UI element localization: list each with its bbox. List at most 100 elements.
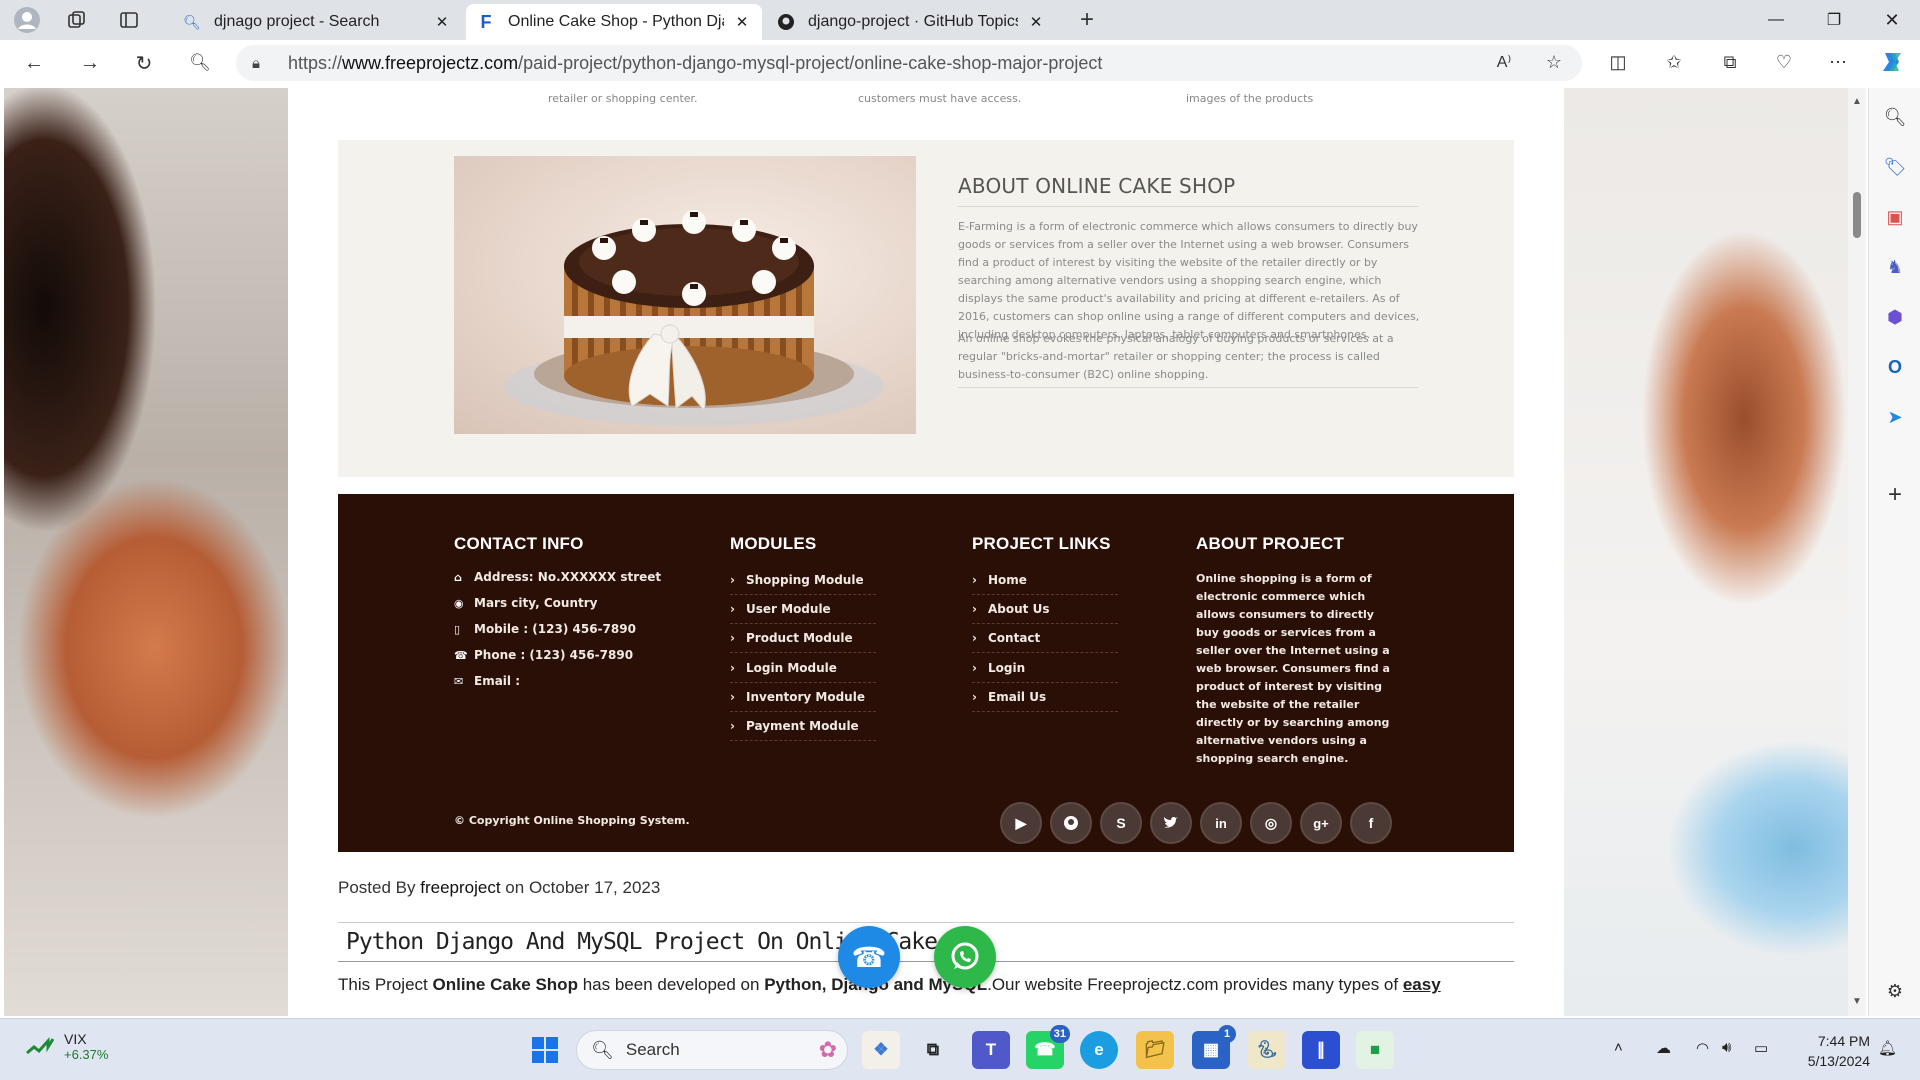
outlook-icon[interactable]: O	[1880, 352, 1910, 382]
module-link[interactable]: › Login Module	[730, 654, 876, 683]
games-icon[interactable]: ♞	[1880, 252, 1910, 282]
chevron-right-icon: ›	[972, 631, 977, 645]
contact-phone: ☎ Phone : (123) 456-7890	[454, 648, 633, 662]
new-tab-icon[interactable]: +	[1072, 6, 1102, 34]
post-body: This Project Online Cake Shop has been d…	[338, 972, 1514, 998]
taskbar-search[interactable]: 🔍︎ Search ✿	[576, 1030, 848, 1070]
dribbble-icon[interactable]: ◎	[1250, 802, 1292, 844]
project-link-contact[interactable]: › Contact	[972, 624, 1118, 653]
module-link[interactable]: › Payment Module	[730, 712, 876, 741]
microsoft-365-icon[interactable]: ⬢	[1880, 302, 1910, 332]
browser-essentials-icon[interactable]: ♡	[1768, 46, 1800, 78]
tools-icon[interactable]: ▣	[1880, 202, 1910, 232]
skype-icon[interactable]: S	[1100, 802, 1142, 844]
module-link[interactable]: › Inventory Module	[730, 683, 876, 712]
page-scrollbar[interactable]: ▲ ▼	[1848, 88, 1866, 1016]
restore-button[interactable]: ❐	[1806, 0, 1862, 40]
url-path: /paid-project/python-django-mysql-projec…	[518, 52, 1103, 73]
tab-actions-icon[interactable]	[114, 6, 144, 34]
chevron-up-icon[interactable]: ˄	[1614, 1039, 1623, 1056]
ticker-name: VIX	[64, 1031, 87, 1047]
home-icon: ⌂	[454, 570, 462, 584]
meet-icon[interactable]: ■	[1356, 1031, 1394, 1069]
about-section: ABOUT ONLINE CAKE SHOP E-Farming is a fo…	[338, 140, 1514, 477]
background-photo-left	[4, 88, 292, 1016]
edge-icon[interactable]: e	[1080, 1031, 1118, 1069]
scroll-thumb[interactable]	[1853, 192, 1861, 238]
shopping-tag-icon[interactable]: 🏷︎	[1880, 152, 1910, 182]
onedrive-icon[interactable]: ☁	[1656, 1039, 1671, 1057]
python-icon[interactable]: 🐍︎	[1248, 1031, 1286, 1069]
project-link-home[interactable]: › Home	[972, 566, 1118, 595]
project-link-about[interactable]: › About Us	[972, 595, 1118, 624]
module-link[interactable]: › User Module	[730, 595, 876, 624]
close-window-button[interactable]: ✕	[1864, 0, 1920, 40]
forward-button[interactable]: →	[74, 48, 106, 78]
project-link-login[interactable]: › Login	[972, 654, 1118, 683]
battery-icon[interactable]: ▭	[1754, 1039, 1768, 1057]
scroll-down-arrow[interactable]: ▼	[1851, 996, 1863, 1008]
whatsapp-icon[interactable]: ☎ 31	[1026, 1025, 1070, 1069]
module-link[interactable]: › Product Module	[730, 624, 876, 653]
contact-address: ⌂ Address: No.XXXXXX street	[454, 570, 661, 584]
volume-icon[interactable]: 🔊︎	[1722, 1039, 1731, 1056]
more-menu-icon[interactable]: ⋯	[1822, 46, 1854, 78]
url-domain: www.freeprojectz.com	[342, 52, 519, 73]
split-screen-icon[interactable]: ◫	[1602, 46, 1634, 78]
copyright-text: © Copyright Online Shopping System.	[454, 814, 690, 827]
close-icon[interactable]: ✕	[732, 13, 752, 31]
post-text: has been developed on	[577, 975, 765, 994]
minimize-button[interactable]: —	[1748, 0, 1804, 40]
url-field[interactable]: 🔒︎ https://www.freeprojectz.com/paid-pro…	[236, 45, 1582, 81]
notification-bell-icon[interactable]: 🔔︎	[1878, 1039, 1897, 1057]
facebook-icon[interactable]: f	[1350, 802, 1392, 844]
author-link[interactable]: freeproject	[420, 878, 500, 897]
send-icon[interactable]: ➤	[1880, 402, 1910, 432]
google-plus-icon[interactable]: g+	[1300, 802, 1342, 844]
favorites-icon[interactable]: ✩	[1658, 46, 1690, 78]
whatsapp-button[interactable]	[934, 926, 996, 988]
scroll-up-arrow[interactable]: ▲	[1851, 96, 1863, 108]
globe-icon: ◉	[454, 596, 464, 610]
search-icon[interactable]: 🔍︎	[1880, 102, 1910, 132]
back-button[interactable]: ←	[18, 48, 50, 78]
easy-link[interactable]: easy	[1403, 975, 1441, 994]
favorite-star-icon[interactable]: ☆	[1538, 46, 1570, 78]
refresh-button[interactable]: ↻	[128, 48, 160, 78]
tab-bing-search[interactable]: 🔍︎ djnago project - Search ✕	[172, 4, 462, 40]
read-aloud-icon[interactable]: A⁾	[1488, 46, 1520, 78]
file-explorer-icon[interactable]: 📁︎	[1136, 1031, 1174, 1069]
project-link-email[interactable]: › Email Us	[972, 683, 1118, 712]
workspaces-icon[interactable]	[62, 6, 92, 34]
add-icon[interactable]: +	[1880, 480, 1910, 510]
tab-online-cake-shop[interactable]: F Online Cake Shop - Python Django ✕	[466, 4, 762, 40]
search-icon[interactable]: 🔍︎	[184, 48, 216, 78]
module-link[interactable]: › Shopping Module	[730, 566, 876, 595]
about-title: ABOUT ONLINE CAKE SHOP	[958, 174, 1236, 198]
settings-gear-icon[interactable]: ⚙	[1880, 976, 1910, 1006]
collections-icon[interactable]: ⧉	[1714, 46, 1746, 78]
stock-widget[interactable]: VIX +6.37%	[26, 1031, 108, 1062]
wifi-icon[interactable]: ◠	[1696, 1039, 1709, 1057]
divider	[958, 206, 1418, 207]
microsoft-store-icon[interactable]: ▦ 1	[1192, 1025, 1236, 1069]
start-button[interactable]	[526, 1031, 564, 1069]
chevron-right-icon: ›	[972, 690, 977, 704]
github-icon	[776, 12, 796, 32]
profile-icon[interactable]	[12, 6, 42, 34]
copilot-preview-icon[interactable]: ❖	[862, 1031, 900, 1069]
tab-github-topics[interactable]: django-project · GitHub Topics ✕	[766, 4, 1056, 40]
task-view-icon[interactable]: ⧉	[914, 1031, 952, 1069]
linkedin-icon[interactable]: in	[1200, 802, 1242, 844]
close-icon[interactable]: ✕	[1026, 13, 1046, 31]
copilot-icon[interactable]	[1876, 46, 1908, 78]
github-icon[interactable]	[1050, 802, 1092, 844]
vscode-icon[interactable]: ∥	[1302, 1031, 1340, 1069]
twitter-icon[interactable]	[1150, 802, 1192, 844]
page-viewport: retailer or shopping center. customers m…	[4, 88, 1848, 1016]
close-icon[interactable]: ✕	[432, 13, 452, 31]
teams-icon[interactable]: T	[972, 1031, 1010, 1069]
clock[interactable]: 7:44 PM 5/13/2024	[1788, 1031, 1870, 1071]
youtube-icon[interactable]: ▶	[1000, 802, 1042, 844]
call-button[interactable]: ☎	[838, 926, 900, 988]
